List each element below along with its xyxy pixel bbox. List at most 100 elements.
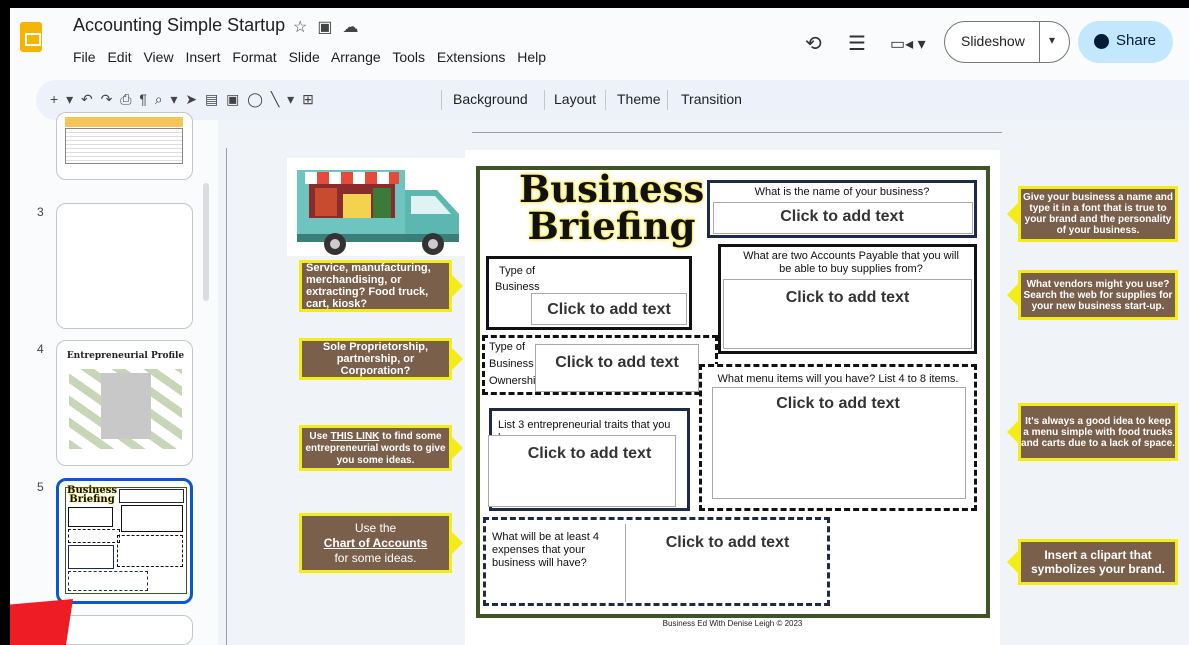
menu-extensions[interactable]: Extensions [437, 49, 505, 65]
thumb-table [65, 128, 183, 164]
menu-slide[interactable]: Slide [289, 49, 320, 65]
globe-icon [1094, 34, 1109, 49]
thumb-box [68, 507, 113, 527]
menu-insert[interactable]: Insert [185, 49, 220, 65]
business-name-question: What is the name of your business? [754, 186, 930, 198]
layout-button[interactable]: Layout [554, 91, 596, 107]
slide-number-5: 5 [37, 480, 44, 494]
accounts-payable-placeholder[interactable]: Click to add text [721, 289, 974, 307]
traits-box[interactable]: List 3 entrepreneurial traits that you h… [488, 408, 690, 511]
slide-thumbnail-3[interactable] [56, 203, 193, 329]
this-link[interactable]: THIS LINK [331, 431, 380, 442]
accounts-payable-box[interactable]: What are two Accounts Payable that you w… [718, 244, 977, 354]
thumb-title: Business Briefing [67, 485, 118, 505]
menu-items-question: What menu items will you have? List 4 to… [717, 373, 959, 385]
image-icon[interactable]: ▣ [226, 91, 241, 107]
this-link-callout-pre: Use [309, 431, 331, 442]
menu-items-box[interactable]: What menu items will you have? List 4 to… [699, 364, 977, 511]
theme-button[interactable]: Theme [617, 91, 661, 107]
vendors-tip-callout[interactable]: What vendors might you use? Search the w… [1007, 270, 1178, 320]
share-button[interactable]: Share [1078, 21, 1173, 63]
industry-callout[interactable]: Service, manufacturing, merchandising, o… [299, 260, 463, 312]
line-icon[interactable]: ╲ ▾ [271, 91, 296, 107]
title-bar: Accounting Simple Startup ☆▣☁ File Edit … [10, 8, 1189, 76]
business-type-placeholder[interactable]: Click to add text [531, 301, 687, 319]
insert-comment-icon[interactable]: ⊞ [302, 91, 316, 107]
slide-title-line-2: Briefing [527, 204, 696, 248]
toolbar: + ▾ ↶ ↷ ⎙ ¶ ⌕ ▾ ➤ ▤ ▣ ◯ ╲ ▾ ⊞ Background… [36, 80, 1189, 120]
thumb-box [119, 489, 184, 503]
paint-format-icon[interactable]: ¶ [139, 91, 149, 107]
cloud-status-icon[interactable]: ☁ [342, 19, 368, 36]
slide-footer: Business Ed With Denise Leigh © 2023 [662, 619, 803, 628]
menu-bar: File Edit View Insert Format Slide Arran… [73, 49, 554, 65]
ownership-placeholder[interactable]: Click to add text [535, 354, 699, 372]
slide-thumbnail-4[interactable]: Entrepreneurial Profile [56, 340, 193, 466]
vertical-ruler [226, 148, 232, 645]
menu-file[interactable]: File [73, 49, 96, 65]
business-type-label-1: Type of [499, 265, 536, 277]
slide-thumbnail-2[interactable] [56, 112, 193, 180]
menu-edit[interactable]: Edit [107, 49, 131, 65]
meet-call-icon[interactable]: ▭◂ ▾ [890, 34, 926, 54]
menu-format[interactable]: Format [232, 49, 276, 65]
slide-title[interactable]: Business Briefing [519, 171, 704, 245]
slide-number-3: 3 [37, 205, 44, 219]
menu-view[interactable]: View [143, 49, 173, 65]
menu-items-placeholder[interactable]: Click to add text [702, 395, 974, 413]
horizontal-ruler [472, 132, 1002, 138]
menu-arrange[interactable]: Arrange [331, 49, 381, 65]
filmstrip-scrollbar[interactable] [203, 183, 209, 301]
this-link-callout[interactable]: Use THIS LINK to find some entrepreneuri… [299, 425, 463, 471]
toolbar-divider [605, 90, 606, 110]
ownership-callout[interactable]: Sole Proprietorship, partnership, or Cor… [299, 338, 463, 380]
slide-number-4: 4 [37, 342, 44, 356]
name-tip-callout[interactable]: Give your business a name and type it in… [1007, 186, 1178, 242]
business-type-box[interactable]: Type of Business Click to add text [486, 256, 692, 330]
document-title[interactable]: Accounting Simple Startup [73, 15, 285, 36]
text-box-icon[interactable]: ▤ [205, 91, 220, 107]
clipart-tip-callout[interactable]: Insert a clipart that symbolizes your br… [1007, 539, 1178, 585]
chart-callout-pre: Use the [354, 520, 397, 535]
print-icon[interactable]: ⎙ [120, 91, 133, 107]
chart-of-accounts-callout[interactable]: Use the Chart of Accounts for some ideas… [299, 513, 463, 573]
expenses-box[interactable]: What will be at least 4 expenses that yo… [483, 517, 830, 606]
new-slide-icon[interactable]: + ▾ [50, 91, 75, 107]
slides-app-window: Accounting Simple Startup ☆▣☁ File Edit … [10, 8, 1189, 645]
business-name-box[interactable]: What is the name of your business? Click… [707, 180, 977, 238]
menu-help[interactable]: Help [517, 49, 546, 65]
move-folder-icon[interactable]: ▣ [317, 19, 342, 36]
business-name-placeholder[interactable]: Click to add text [710, 208, 974, 226]
toolbar-icons: + ▾ ↶ ↷ ⎙ ¶ ⌕ ▾ ➤ ▤ ▣ ◯ ╲ ▾ ⊞ [50, 91, 316, 108]
thumb-box [121, 505, 183, 532]
toolbar-divider [441, 90, 442, 110]
select-icon[interactable]: ➤ [185, 91, 199, 107]
undo-icon[interactable]: ↶ [81, 91, 95, 107]
slideshow-dropdown-icon[interactable]: ▾ [1049, 33, 1055, 47]
slideshow-button[interactable]: Slideshow ▾ [944, 21, 1070, 63]
slide-thumbnail-5-selected[interactable]: Business Briefing [56, 478, 193, 604]
background-button[interactable]: Background [453, 91, 528, 107]
zoom-icon[interactable]: ⌕ ▾ [155, 91, 180, 107]
food-truck-clipart[interactable] [287, 158, 467, 256]
ownership-box[interactable]: Type of Business Ownership Click to add … [482, 335, 718, 395]
title-action-icons: ☆▣☁ [293, 17, 368, 37]
chart-of-accounts-link[interactable]: Chart of Accounts [324, 536, 428, 551]
traits-placeholder[interactable]: Click to add text [492, 445, 687, 463]
shape-icon[interactable]: ◯ [247, 91, 265, 107]
thumb-box [117, 535, 183, 567]
transition-button[interactable]: Transition [681, 91, 742, 107]
thumb-box [68, 545, 114, 569]
redo-icon[interactable]: ↷ [101, 91, 115, 107]
thumb-table-header [65, 117, 183, 127]
slides-logo-icon[interactable] [20, 22, 42, 52]
star-icon[interactable]: ☆ [293, 19, 317, 36]
ownership-label-3: Ownership [489, 375, 542, 387]
expenses-placeholder[interactable]: Click to add text [625, 534, 830, 552]
comments-icon[interactable]: ☰ [848, 31, 866, 56]
menu-tip-callout[interactable]: It's always a good idea to keep a menu s… [1007, 403, 1178, 461]
menu-tools[interactable]: Tools [392, 49, 425, 65]
version-history-icon[interactable]: ⟲ [805, 31, 822, 56]
slide-thumbnail-6[interactable] [56, 615, 193, 645]
thumb-box [68, 571, 148, 591]
